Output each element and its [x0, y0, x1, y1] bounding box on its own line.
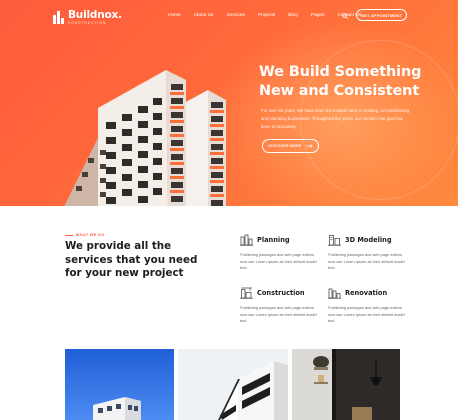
project-photo-2[interactable]: [178, 349, 288, 420]
eyebrow-divider: [65, 234, 73, 236]
logo[interactable]: Buildnox. CONSTRUCTION: [53, 10, 122, 25]
service-name: Construction: [257, 289, 305, 297]
interior-shelf-image: [292, 349, 400, 420]
building-logo-icon: [53, 10, 64, 24]
nav-item-about-us[interactable]: About Us: [194, 13, 214, 18]
service-name: 3D Modeling: [345, 236, 392, 244]
hero-section: Buildnox. CONSTRUCTION Home About Us Ser…: [0, 0, 458, 206]
search-icon[interactable]: [342, 13, 348, 19]
get-appointment-button[interactable]: GET APPOINTMENT: [356, 9, 407, 21]
service-card-renovation[interactable]: Renovation Publishing packages and web p…: [328, 286, 408, 325]
nav-item-pages[interactable]: Pages: [311, 13, 325, 18]
construction-icon: [240, 287, 253, 299]
service-name: Renovation: [345, 289, 388, 297]
nav-item-projects[interactable]: Projects: [258, 13, 275, 18]
nav-item-home[interactable]: Home: [168, 13, 181, 18]
blue-sky-building-image: [65, 349, 174, 420]
logo-name: Buildnox.: [68, 9, 122, 21]
nav-item-services[interactable]: Services: [227, 13, 245, 18]
service-card-3d-modeling[interactable]: 3D Modeling Publishing packages and web …: [328, 233, 408, 272]
building-image: [64, 70, 226, 206]
service-name: Planning: [257, 236, 290, 244]
modern-building-image: [178, 349, 288, 420]
services-eyebrow: WHAT WE DO: [65, 233, 105, 237]
service-description: Publishing packages and web page editors…: [328, 305, 405, 323]
logo-subtitle: CONSTRUCTION: [68, 20, 107, 25]
services-title: We provide all the services that you nee…: [65, 240, 198, 279]
service-card-planning[interactable]: Planning Publishing packages and web pag…: [240, 233, 320, 272]
hero-title-line-2: New and Consistent: [259, 83, 420, 99]
discover-more-button[interactable]: DISCOVER MORE: [262, 139, 319, 153]
hero-description: For over 80 years, We have been the trus…: [261, 108, 410, 129]
logo-text: Buildnox. CONSTRUCTION: [68, 10, 122, 25]
project-photo-3[interactable]: [292, 349, 400, 420]
hero-title: We Build Something New and Consistent: [259, 63, 439, 101]
discover-more-label: DISCOVER MORE: [268, 144, 302, 148]
service-description: Publishing packages and web page editors…: [328, 252, 405, 270]
service-description: Publishing packages and web page editors…: [240, 252, 317, 270]
arrow-right-icon: [305, 144, 313, 148]
3d-modeling-icon: [328, 235, 341, 246]
eyebrow-text: WHAT WE DO: [76, 233, 105, 237]
planning-icon: [240, 234, 253, 246]
project-photo-1[interactable]: [65, 349, 174, 420]
renovation-icon: [328, 288, 341, 299]
service-card-construction[interactable]: Construction Publishing packages and web…: [240, 286, 320, 325]
hero-title-line-1: We Build Something: [259, 64, 422, 80]
nav-item-blog[interactable]: Blog: [288, 13, 298, 18]
page: Buildnox. CONSTRUCTION Home About Us Ser…: [0, 0, 458, 420]
service-description: Publishing packages and web page editors…: [240, 305, 317, 323]
